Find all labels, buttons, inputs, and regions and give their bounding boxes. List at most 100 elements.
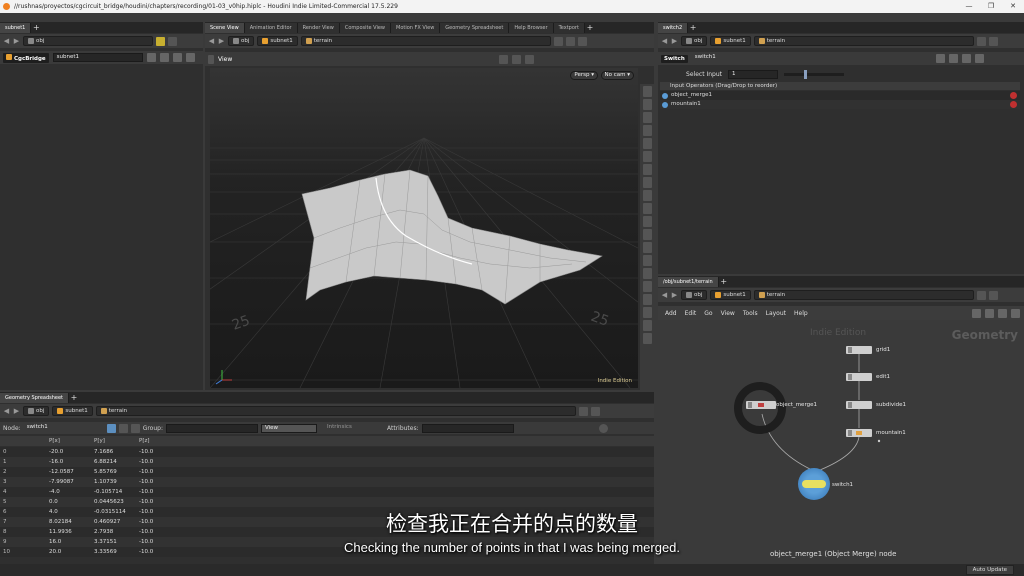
- column-header-pz[interactable]: P[z]: [137, 436, 177, 446]
- camera-tool-icon[interactable]: [525, 54, 534, 64]
- minimize-button[interactable]: —: [958, 0, 980, 13]
- search-icon[interactable]: [961, 54, 971, 63]
- crumb-obj[interactable]: obj: [23, 406, 50, 416]
- add-tab-button[interactable]: +: [719, 277, 729, 287]
- display-option-icon[interactable]: [642, 99, 652, 110]
- link-icon[interactable]: [168, 36, 177, 46]
- table-row[interactable]: 4 -4.0 -0.105714 -10.0: [0, 487, 654, 497]
- pin-icon[interactable]: [578, 406, 588, 416]
- display-option-icon[interactable]: [642, 190, 652, 201]
- close-button[interactable]: ✕: [1002, 0, 1024, 13]
- display-option-icon[interactable]: [642, 138, 652, 149]
- back-arrow-icon[interactable]: ◀: [661, 37, 668, 45]
- list-item[interactable]: object_merge1: [660, 91, 1020, 100]
- gear-icon[interactable]: [935, 54, 945, 63]
- back-arrow-icon[interactable]: ◀: [208, 37, 215, 45]
- menu-layout[interactable]: Layout: [763, 310, 789, 317]
- menu-add[interactable]: Add: [662, 310, 680, 317]
- path-crumb[interactable]: obj: [23, 36, 153, 46]
- table-row[interactable]: 3 -7.99087 1.10739 -10.0: [0, 477, 654, 487]
- tab-network-path[interactable]: /obj/subnet1/terrain: [658, 277, 719, 287]
- crumb-subnet1[interactable]: subnet1: [257, 36, 298, 46]
- table-row[interactable]: 5 0.0 0.0445623 -10.0: [0, 497, 654, 507]
- slider-handle[interactable]: [804, 69, 807, 79]
- node-grid1[interactable]: [846, 346, 872, 354]
- pin-icon[interactable]: [156, 36, 165, 46]
- display-option-icon[interactable]: [642, 255, 652, 266]
- display-option-icon[interactable]: [642, 281, 652, 292]
- menu-view[interactable]: View: [718, 310, 738, 317]
- display-option-icon[interactable]: [642, 86, 652, 97]
- forward-arrow-icon[interactable]: ▶: [218, 37, 225, 45]
- link-icon[interactable]: [988, 36, 998, 46]
- remove-input-icon[interactable]: [1010, 101, 1017, 108]
- node-edit1[interactable]: [846, 373, 872, 381]
- perspective-menu[interactable]: Persp ▾: [570, 71, 598, 80]
- display-option-icon[interactable]: [642, 125, 652, 136]
- display-option-icon[interactable]: [642, 177, 652, 188]
- tab-switch2[interactable]: switch2: [658, 23, 689, 33]
- pin-icon[interactable]: [565, 36, 575, 46]
- help-icon[interactable]: [599, 423, 608, 433]
- crumb-terrain[interactable]: terrain: [753, 36, 974, 46]
- back-arrow-icon[interactable]: ◀: [3, 407, 10, 415]
- display-option-icon[interactable]: [642, 268, 652, 279]
- tab-geometry-spreadsheet[interactable]: Geometry Spreadsheet: [440, 23, 510, 33]
- wrench-icon[interactable]: [972, 308, 981, 318]
- tab-geometry-spreadsheet[interactable]: Geometry Spreadsheet: [0, 393, 70, 403]
- node-mountain1[interactable]: [846, 429, 872, 437]
- link-icon[interactable]: [974, 54, 984, 63]
- intrinsics-toggle[interactable]: Intrinsics: [323, 423, 384, 433]
- camera-menu[interactable]: No cam ▾: [600, 71, 634, 80]
- help-icon[interactable]: [159, 53, 169, 62]
- attributes-input[interactable]: [421, 423, 514, 433]
- forward-arrow-icon[interactable]: ▶: [13, 407, 20, 415]
- node-switch1[interactable]: [798, 468, 830, 500]
- link-icon[interactable]: [590, 406, 600, 416]
- tab-textport[interactable]: Textport: [553, 23, 585, 33]
- crumb-terrain[interactable]: terrain: [300, 36, 551, 46]
- vertices-mode-icon[interactable]: [130, 423, 140, 433]
- tab-composite-view[interactable]: Composite View: [339, 23, 391, 33]
- menu-tools[interactable]: Tools: [740, 310, 761, 317]
- viewport-menu-icon[interactable]: [208, 54, 214, 64]
- lock-icon[interactable]: [642, 112, 652, 123]
- display-option-icon[interactable]: [642, 151, 652, 162]
- view-menu[interactable]: View: [260, 423, 317, 433]
- link-icon[interactable]: [577, 36, 587, 46]
- pin-icon[interactable]: [976, 36, 986, 46]
- group-input[interactable]: [165, 423, 258, 433]
- maximize-button[interactable]: ❐: [980, 0, 1002, 13]
- select-input-slider[interactable]: [784, 69, 844, 79]
- table-row[interactable]: 1 -16.0 6.88214 -10.0: [0, 457, 654, 467]
- auto-update-button[interactable]: Auto Update: [965, 565, 1014, 575]
- display-option-icon[interactable]: [642, 203, 652, 214]
- menu-help[interactable]: Help: [791, 310, 811, 317]
- crumb-terrain[interactable]: terrain: [95, 406, 576, 416]
- display-option-icon[interactable]: [642, 333, 652, 344]
- info-icon[interactable]: [553, 36, 563, 46]
- remove-input-icon[interactable]: [1010, 92, 1017, 99]
- list-item[interactable]: mountain1: [660, 100, 1020, 109]
- menu-edit[interactable]: Edit: [682, 310, 700, 317]
- gear-icon[interactable]: [146, 53, 156, 62]
- search-icon[interactable]: [172, 53, 182, 62]
- display-option-icon[interactable]: [642, 307, 652, 318]
- tab-help-browser[interactable]: Help Browser: [509, 23, 554, 33]
- menu-go[interactable]: Go: [701, 310, 715, 317]
- column-header-px[interactable]: P[x]: [47, 436, 92, 446]
- display-option-icon[interactable]: [642, 229, 652, 240]
- tab-scene-view[interactable]: Scene View: [205, 23, 245, 33]
- link-icon[interactable]: [185, 53, 195, 62]
- move-tool-icon[interactable]: [512, 54, 521, 64]
- 3d-viewport[interactable]: 25 25 Persp ▾ No cam ▾ Indie Edition: [210, 68, 638, 388]
- crumb-subnet1[interactable]: subnet1: [52, 406, 93, 416]
- column-header-py[interactable]: P[y]: [92, 436, 137, 446]
- primitives-mode-icon[interactable]: [118, 423, 128, 433]
- select-tool-icon[interactable]: [499, 54, 508, 64]
- forward-arrow-icon[interactable]: ▶: [671, 291, 678, 299]
- display-option-icon[interactable]: [642, 216, 652, 227]
- table-row[interactable]: 2 -12.0587 5.85769 -10.0: [0, 467, 654, 477]
- tab-subnet1[interactable]: subnet1: [0, 23, 32, 33]
- layout-icon[interactable]: [998, 308, 1007, 318]
